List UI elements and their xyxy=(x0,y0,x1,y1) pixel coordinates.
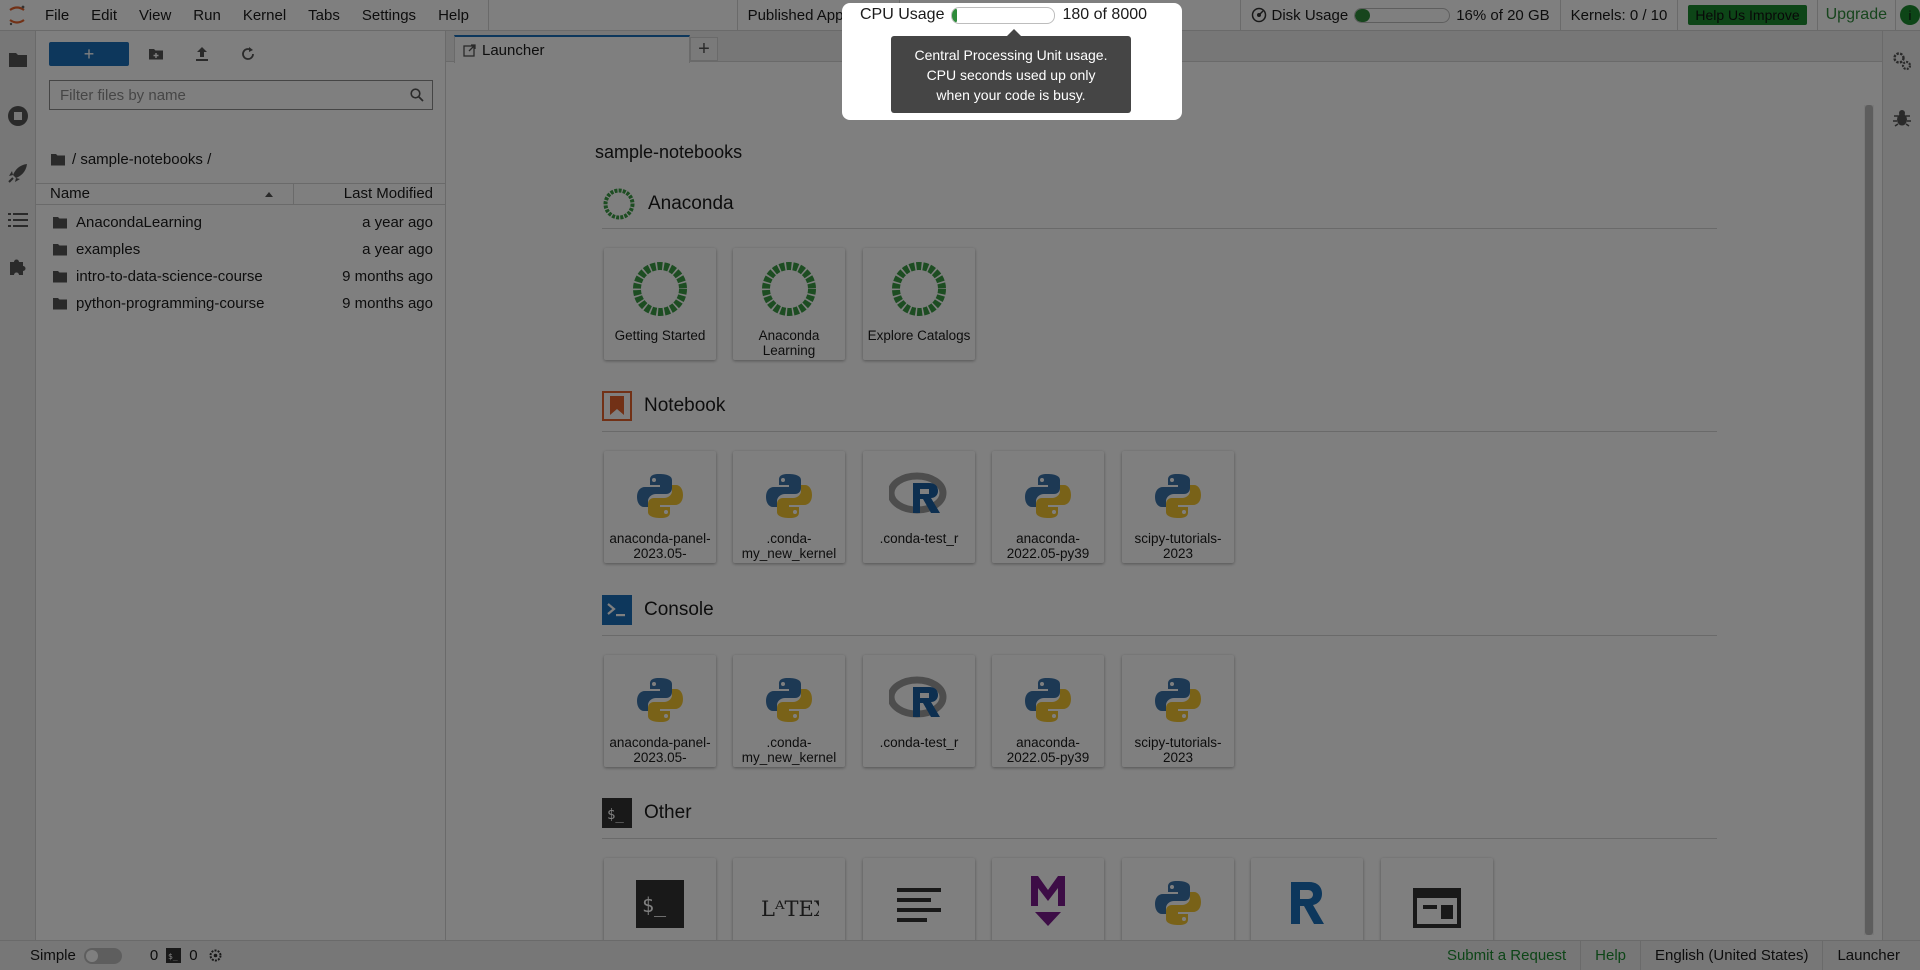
cpu-usage-bar xyxy=(951,6,1056,24)
cpu-usage-tooltip: Central Processing Unit usage. CPU secon… xyxy=(891,29,1131,113)
cpu-usage-label: CPU Usage xyxy=(860,6,945,23)
cpu-usage-value: 180 of 8000 xyxy=(1062,6,1148,23)
cpu-usage-bar-fill xyxy=(952,7,957,23)
tooltip-arrow xyxy=(1007,29,1021,36)
cpu-usage-indicator[interactable]: CPU Usage 180 of 8000 xyxy=(860,2,1147,28)
tooltip-line: Central Processing Unit usage. xyxy=(914,47,1108,63)
tooltip-line: CPU seconds used up only xyxy=(926,67,1096,83)
tour-dim-overlay[interactable] xyxy=(0,0,1920,970)
tooltip-line: when your code is busy. xyxy=(936,87,1086,103)
